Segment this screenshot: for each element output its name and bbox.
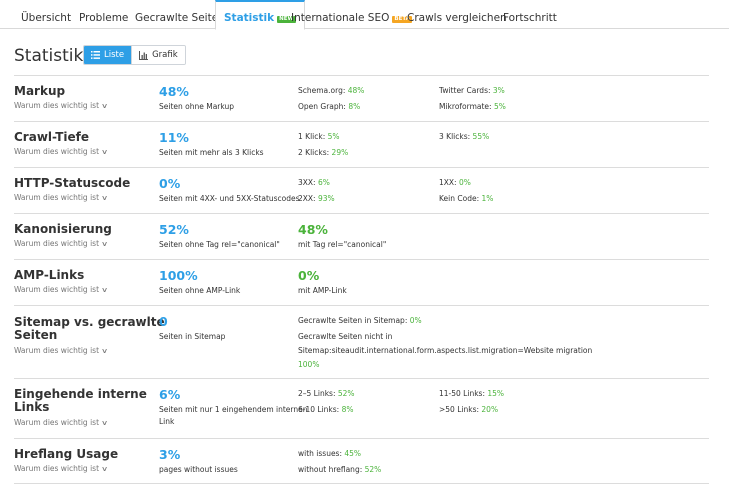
row-title: Kanonisierung: [14, 222, 112, 236]
stat-item: Schema.org: 48%: [298, 86, 365, 95]
chevron-down-icon: ∨: [100, 148, 109, 156]
main-percentage: 0%: [159, 176, 181, 191]
why-important-toggle[interactable]: Warum dies wichtig ist ∨: [14, 147, 109, 156]
stat-row-canonicalization: Kanonisierung Warum dies wichtig ist ∨ 52…: [14, 213, 709, 259]
tab-label: Übersicht: [21, 12, 72, 24]
chart-view-label: Grafik: [152, 50, 178, 60]
secondary-percentage: 0%: [298, 268, 320, 283]
chevron-down-icon: ∨: [100, 347, 109, 355]
stat-item: 11-50 Links: 15%: [439, 389, 505, 398]
stat-item: 2–5 Links: 52%: [298, 389, 355, 398]
row-title: Markup: [14, 84, 66, 98]
main-description: pages without issues: [159, 465, 238, 474]
row-title: Hreflang Usage: [14, 447, 119, 461]
chevron-down-icon: ∨: [100, 286, 109, 294]
stat-item: Gecrawlte Seiten nicht in: [298, 332, 393, 341]
main-description: Seiten ohne Markup: [159, 102, 235, 111]
stat-item: Gecrawlte Seiten in Sitemap: 0%: [298, 316, 422, 325]
main-description: Seiten ohne AMP-Link: [159, 286, 241, 295]
why-important-toggle[interactable]: Warum dies wichtig ist ∨: [14, 418, 109, 427]
chevron-down-icon: ∨: [100, 102, 109, 110]
stat-item: 1XX: 0%: [439, 178, 471, 187]
tab-label: Internationale SEO: [291, 12, 390, 24]
why-important-toggle[interactable]: Warum dies wichtig ist ∨: [14, 464, 109, 473]
main-description: Seiten ohne Tag rel="canonical": [159, 240, 280, 249]
why-important-toggle[interactable]: Warum dies wichtig ist ∨: [14, 101, 109, 110]
tab-bar: Übersicht Probleme Gecrawlte Seiten Stat…: [0, 0, 729, 30]
stat-item: >50 Links: 20%: [439, 405, 499, 414]
why-important-toggle[interactable]: Warum dies wichtig ist ∨: [14, 346, 109, 355]
chart-view-button[interactable]: Grafik: [131, 46, 185, 64]
stat-item: 3 Klicks: 55%: [439, 132, 490, 141]
tab-label: Fortschritt: [503, 12, 557, 24]
why-important-toggle[interactable]: Warum dies wichtig ist ∨: [14, 285, 109, 294]
tab-overview[interactable]: Übersicht: [21, 0, 71, 29]
stat-row-incoming-internal-links: Eingehende interne Links Warum dies wicht…: [14, 378, 709, 438]
stat-row-hreflang-usage: Hreflang Usage Warum dies wichtig ist ∨ 3…: [14, 438, 709, 483]
stat-row-http-status: HTTP-Statuscode Warum dies wichtig ist ∨ …: [14, 167, 709, 213]
list-view-label: Liste: [104, 50, 125, 60]
why-important-toggle[interactable]: Warum dies wichtig ist ∨: [14, 239, 109, 248]
row-title: Crawl-Tiefe: [14, 130, 90, 144]
list-icon: [91, 51, 100, 59]
chevron-down-icon: ∨: [100, 419, 109, 427]
stat-item: 100%: [298, 360, 320, 369]
stat-item: 6-10 Links: 8%: [298, 405, 354, 414]
why-important-toggle[interactable]: Warum dies wichtig ist ∨: [14, 193, 109, 202]
chevron-down-icon: ∨: [100, 194, 109, 202]
main-description: Seiten in Sitemap: [159, 332, 226, 341]
stat-item: Mikroformate: 5%: [439, 102, 506, 111]
tab-label: Gecrawlte Seiten: [135, 12, 225, 24]
main-percentage: 3%: [159, 447, 181, 462]
divider: [14, 483, 709, 484]
stat-item: 3XX: 6%: [298, 178, 330, 187]
stat-item: with issues: 45%: [298, 449, 362, 458]
view-toggle: Liste Grafik: [83, 45, 186, 65]
tab-label: Crawls vergleichen: [407, 12, 507, 24]
stat-item: 2XX: 93%: [298, 194, 335, 203]
stat-row-sitemap-vs-crawled: Sitemap vs. gecrawlte Seiten Warum dies w…: [14, 305, 709, 378]
tab-progress[interactable]: Fortschritt: [503, 0, 557, 29]
main-percentage: 0: [159, 314, 168, 329]
row-title: Eingehende interne Links: [14, 387, 147, 414]
main-percentage: 6%: [159, 387, 181, 402]
stat-item: Kein Code: 1%: [439, 194, 494, 203]
main-description: Seiten mit nur 1 eingehendem internen Lin…: [159, 405, 308, 426]
row-title: AMP-Links: [14, 268, 85, 282]
stat-item: without hreflang: 52%: [298, 465, 382, 474]
stat-item: Sitemap:siteaudit.international.form.asp…: [298, 346, 593, 355]
main-percentage: 100%: [159, 268, 198, 283]
stat-item: Twitter Cards: 3%: [439, 86, 505, 95]
secondary-description: mit AMP-Link: [298, 286, 347, 295]
secondary-percentage: 48%: [298, 222, 328, 237]
stat-row-amp-links: AMP-Links Warum dies wichtig ist ∨ 100% S…: [14, 259, 709, 305]
stat-row-markup: Markup Warum dies wichtig ist ∨ 48% Seite…: [14, 75, 709, 121]
page-title: Statistik: [14, 46, 84, 66]
tab-label: Probleme: [79, 12, 129, 24]
stat-row-crawl-depth: Crawl-Tiefe Warum dies wichtig ist ∨ 11% …: [14, 121, 709, 167]
main-description: Seiten mit 4XX- und 5XX-Statuscodes: [159, 194, 300, 203]
tab-compare-crawls[interactable]: Crawls vergleichen: [407, 0, 507, 29]
row-title: HTTP-Statuscode: [14, 176, 131, 190]
list-view-button[interactable]: Liste: [84, 46, 132, 64]
tab-issues[interactable]: Probleme: [79, 0, 128, 29]
stat-item: 2 Klicks: 29%: [298, 148, 349, 157]
bar-chart-icon: [139, 50, 149, 60]
main-description: Seiten mit mehr als 3 Klicks: [159, 148, 264, 157]
main-percentage: 52%: [159, 222, 189, 237]
tab-international-seo[interactable]: Internationale SEO beta: [291, 0, 412, 29]
chevron-down-icon: ∨: [100, 240, 109, 248]
tab-label: Statistik: [224, 12, 275, 24]
chevron-down-icon: ∨: [100, 465, 109, 473]
secondary-description: mit Tag rel="canonical": [298, 240, 387, 249]
stat-item: 1 Klick: 5%: [298, 132, 340, 141]
stat-item: Open Graph: 8%: [298, 102, 361, 111]
row-title: Sitemap vs. gecrawlte Seiten: [14, 315, 165, 342]
main-percentage: 11%: [159, 130, 189, 145]
main-percentage: 48%: [159, 84, 189, 99]
tab-crawled-pages[interactable]: Gecrawlte Seiten: [135, 0, 225, 29]
